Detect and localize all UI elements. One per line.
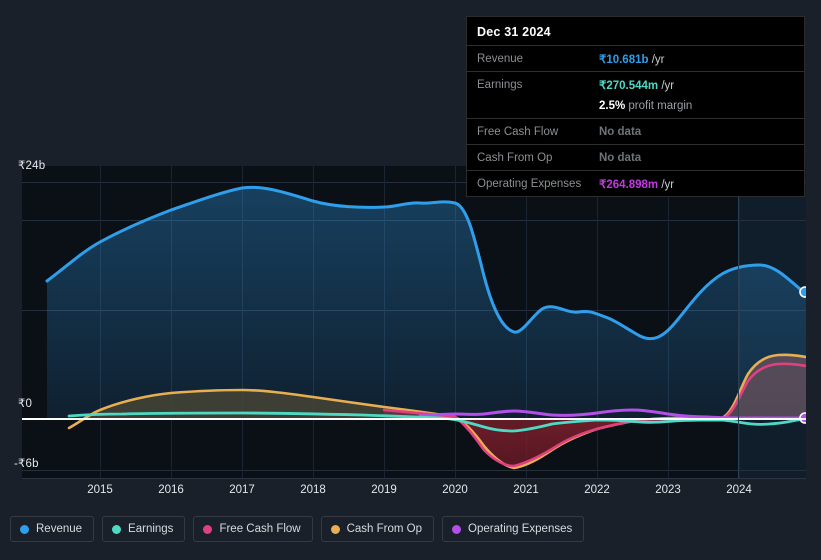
x-axis-label-2019: 2019 [371,484,397,496]
legend-item-label: Cash From Op [346,523,423,535]
zero-baseline [22,418,806,420]
tooltip-row-number: ₹10.681b [599,53,649,66]
series-svg [45,185,806,470]
tooltip-row-value: ₹10.681b /yr [599,52,665,66]
x-axis-label-2021: 2021 [513,484,539,496]
tooltip-rows: Revenue ₹10.681b /yr Earnings ₹270.544m /yr… [467,45,804,196]
legend-color-dot-icon [20,524,29,534]
tooltip-row: Operating Expenses ₹264.898m /yr [467,170,804,196]
tooltip-title: Dec 31 2024 [477,25,551,39]
legend-color-dot-icon [330,524,340,534]
tooltip-row: Earnings ₹270.544m /yr [467,71,804,97]
tooltip-row-value: 2.5% profit margin [599,100,692,112]
legend-item-operating-expenses[interactable]: Operating Expenses [442,516,585,542]
legend-color-dot-icon [112,524,122,534]
tooltip-row-number: 2.5% [599,99,626,112]
legend-item-label: Operating Expenses [468,523,573,535]
tooltip-row-unit: profit margin [625,99,693,112]
tooltip-row-label: Earnings [477,78,523,91]
legend-color-dot-icon [203,524,213,534]
x-axis-label-2016: 2016 [158,484,184,496]
x-axis-label-2023: 2023 [655,484,681,496]
x-axis-label-2020: 2020 [442,484,468,496]
x-axis-label-2015: 2015 [87,484,113,496]
legend-item-free-cash-flow[interactable]: Free Cash Flow [193,516,313,542]
data-tooltip: Dec 31 2024 Revenue ₹10.681b /yr Earnings ₹… [466,16,805,197]
y-axis-label-zero: ₹0 [18,398,33,410]
legend-item-label: Revenue [36,523,83,535]
legend-item-revenue[interactable]: Revenue [10,516,95,542]
tooltip-row: Cash From Op No data [467,144,804,170]
tooltip-row-value: No data [599,126,641,138]
tooltip-row-unit: /yr [658,178,675,191]
tooltip-row-unit: /yr [658,79,675,92]
chart-legend[interactable]: Revenue Earnings Free Cash Flow Cash From O… [10,516,585,542]
tooltip-row-label: Operating Expenses [477,177,582,190]
tooltip-row-value: ₹270.544m /yr [599,78,674,92]
legend-item-label: Earnings [128,523,174,535]
x-axis: 2015 2016 2017 2018 2019 2020 2021 2022 2023 2024 [22,478,806,504]
revenue-endpoint [799,286,806,298]
tooltip-row-number: ₹270.544m [599,79,659,92]
y-axis-label-top: ₹24b [18,160,46,172]
financial-chart: ₹24b ₹0 -₹6b 2015 2016 2017 2018 2019 2020 202… [0,0,821,560]
legend-item-cash-from-op[interactable]: Cash From Op [320,516,435,542]
tooltip-row-label: Cash From Op [477,151,553,164]
legend-color-dot-icon [452,524,462,534]
tooltip-row: 2.5% profit margin [467,97,804,118]
tooltip-row-unit: /yr [648,53,665,66]
legend-item-label: Free Cash Flow [219,523,301,535]
y-axis-label-bottom: -₹6b [14,458,39,470]
tooltip-row: Free Cash Flow No data [467,118,804,144]
tooltip-row-label: Revenue [477,52,524,65]
x-axis-label-2018: 2018 [300,484,326,496]
x-axis-label-2017: 2017 [229,484,255,496]
tooltip-row-number: No data [599,151,642,164]
tooltip-row: Revenue ₹10.681b /yr [467,45,804,71]
forecast-divider [738,166,739,478]
tooltip-row-value: No data [599,152,641,164]
legend-item-earnings[interactable]: Earnings [102,516,186,542]
x-axis-label-2024: 2024 [726,484,752,496]
tooltip-row-number: ₹264.898m [599,178,659,191]
tooltip-row-number: No data [599,125,642,138]
tooltip-row-label: Free Cash Flow [477,125,559,138]
tooltip-row-value: ₹264.898m /yr [599,177,674,191]
chart-plot-area[interactable] [22,166,806,478]
x-axis-label-2022: 2022 [584,484,610,496]
